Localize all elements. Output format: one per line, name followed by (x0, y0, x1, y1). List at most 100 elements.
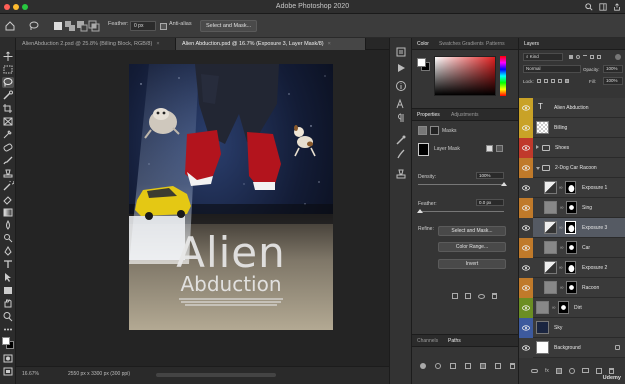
healing-brush-tool-icon[interactable] (2, 142, 14, 153)
layer-visibility-toggle[interactable] (519, 338, 533, 358)
layer-visibility-toggle[interactable] (519, 258, 533, 278)
search-icon[interactable] (585, 3, 593, 11)
tab-color[interactable]: Color (417, 41, 429, 47)
hue-slider[interactable] (500, 56, 506, 96)
tab-paths[interactable]: Paths (448, 338, 461, 344)
gradient-tool-icon[interactable] (2, 207, 14, 218)
document-tab-2[interactable]: Alien Abduction.psd @ 16.7% (Exposure 3,… (176, 38, 366, 50)
layer-row[interactable]: ∞ Racoon (519, 278, 625, 298)
layer-row[interactable]: 2-Dog Car Racoon (519, 158, 625, 178)
crop-tool-icon[interactable] (2, 103, 14, 114)
eyedropper-tool-icon[interactable] (2, 129, 14, 140)
filter-type-icon[interactable] (583, 55, 587, 59)
feather-input[interactable]: 0.0 px (476, 199, 504, 206)
lasso-tool-preset-icon[interactable] (28, 20, 40, 32)
new-group-icon[interactable] (581, 368, 589, 373)
filter-smart-object-icon[interactable] (597, 55, 601, 59)
filter-adjustment-icon[interactable] (576, 55, 580, 59)
document-canvas[interactable]: Alien Abduction (129, 64, 333, 330)
close-tab-icon[interactable]: × (328, 41, 331, 47)
mask-link-icon[interactable]: ∞ (559, 185, 563, 191)
tab-swatches[interactable]: Swatches (439, 41, 461, 47)
layer-visibility-toggle[interactable] (519, 318, 533, 338)
exposure-adjustment-icon[interactable] (544, 181, 557, 194)
layer-row[interactable]: Shoes (519, 138, 625, 158)
layer-thumbnail[interactable] (544, 241, 557, 254)
new-layer-icon[interactable] (595, 368, 602, 374)
zoom-level[interactable]: 16.67% (22, 371, 39, 377)
feather-slider-handle[interactable] (417, 209, 423, 213)
chevron-down-icon[interactable] (536, 167, 540, 170)
layer-style-icon[interactable]: fx (545, 368, 549, 374)
type-tool-icon[interactable] (2, 259, 14, 270)
tab-gradients[interactable]: Gradients (462, 41, 484, 47)
horizontal-scrollbar[interactable] (156, 373, 276, 377)
feather-input[interactable]: 0 px (130, 21, 156, 31)
more-tools-icon[interactable] (2, 324, 14, 335)
layer-visibility-toggle[interactable] (519, 298, 533, 318)
layer-thumbnail[interactable] (544, 281, 557, 294)
vector-mask-thumb-icon[interactable] (430, 126, 439, 135)
link-layers-icon[interactable] (531, 369, 538, 373)
layer-visibility-toggle[interactable] (519, 238, 533, 258)
layer-row[interactable]: ∞ Exposure 1 (519, 178, 625, 198)
mask-link-icon[interactable]: ∞ (559, 225, 563, 231)
path-selection-tool-icon[interactable] (2, 272, 14, 283)
mask-link-icon[interactable]: ∞ (560, 245, 564, 251)
layer-thumbnail[interactable] (536, 121, 549, 134)
layer-thumbnail[interactable] (536, 321, 549, 334)
layer-row[interactable]: ∞ Sing (519, 198, 625, 218)
intersect-selection-icon[interactable] (88, 20, 100, 32)
opacity-input[interactable]: 100% (603, 65, 623, 73)
layer-row[interactable]: T Alien Abduction (519, 98, 625, 118)
anti-alias-checkbox[interactable] (160, 23, 167, 30)
add-vector-mask-icon[interactable] (496, 145, 503, 152)
select-pixel-mask-icon[interactable] (486, 145, 493, 152)
layer-row[interactable]: Background (519, 338, 625, 358)
add-layer-mask-icon[interactable] (555, 368, 562, 374)
exposure-adjustment-icon[interactable] (544, 221, 557, 234)
panel-foreground-swatch[interactable] (417, 58, 426, 67)
foreground-color-swatch[interactable] (2, 337, 10, 345)
close-tab-icon[interactable]: × (156, 41, 159, 47)
lasso-tool-icon[interactable] (2, 77, 14, 88)
feather-slider[interactable] (418, 211, 504, 212)
clone-source-icon[interactable] (395, 168, 407, 180)
layer-thumbnail[interactable] (544, 201, 557, 214)
layer-mask-thumbnail[interactable] (565, 181, 576, 194)
quick-selection-tool-icon[interactable] (2, 90, 14, 101)
new-path-icon[interactable] (495, 363, 501, 369)
path-to-selection-icon[interactable] (450, 363, 456, 369)
exposure-adjustment-icon[interactable] (544, 261, 557, 274)
move-tool-icon[interactable] (2, 51, 14, 62)
brushes-icon[interactable] (395, 148, 407, 160)
lock-position-icon[interactable] (551, 79, 555, 83)
fill-input[interactable]: 100% (603, 77, 623, 85)
filter-toggle-icon[interactable] (615, 54, 621, 60)
tab-properties[interactable]: Properties (417, 112, 440, 118)
delete-mask-icon[interactable] (492, 293, 497, 299)
layer-row[interactable]: Sky (519, 318, 625, 338)
apply-mask-icon[interactable] (465, 293, 471, 299)
layer-row[interactable]: ∞ Exposure 3 (519, 218, 625, 238)
layer-mask-thumbnail[interactable] (565, 261, 576, 274)
layer-visibility-toggle[interactable] (519, 198, 533, 218)
rectangle-tool-icon[interactable] (2, 285, 14, 296)
eraser-tool-icon[interactable] (2, 194, 14, 205)
history-icon[interactable] (395, 46, 407, 58)
delete-layer-icon[interactable] (608, 368, 614, 374)
clone-stamp-tool-icon[interactable] (2, 168, 14, 179)
tab-layers[interactable]: Layers (524, 41, 539, 47)
zoom-tool-icon[interactable] (2, 311, 14, 322)
tab-channels[interactable]: Channels (417, 338, 438, 344)
screen-mode-icon[interactable] (2, 366, 14, 377)
layer-filter-kind-select[interactable]: ⌕ Kind (523, 53, 563, 61)
marquee-tool-icon[interactable] (2, 64, 14, 75)
add-to-selection-icon[interactable] (64, 20, 76, 32)
load-selection-icon[interactable] (452, 293, 458, 299)
brush-tool-icon[interactable] (2, 155, 14, 166)
filter-shape-icon[interactable] (590, 55, 594, 59)
blend-mode-select[interactable]: Normal (523, 65, 581, 73)
history-brush-tool-icon[interactable] (2, 179, 15, 192)
character-icon[interactable] (395, 98, 407, 110)
